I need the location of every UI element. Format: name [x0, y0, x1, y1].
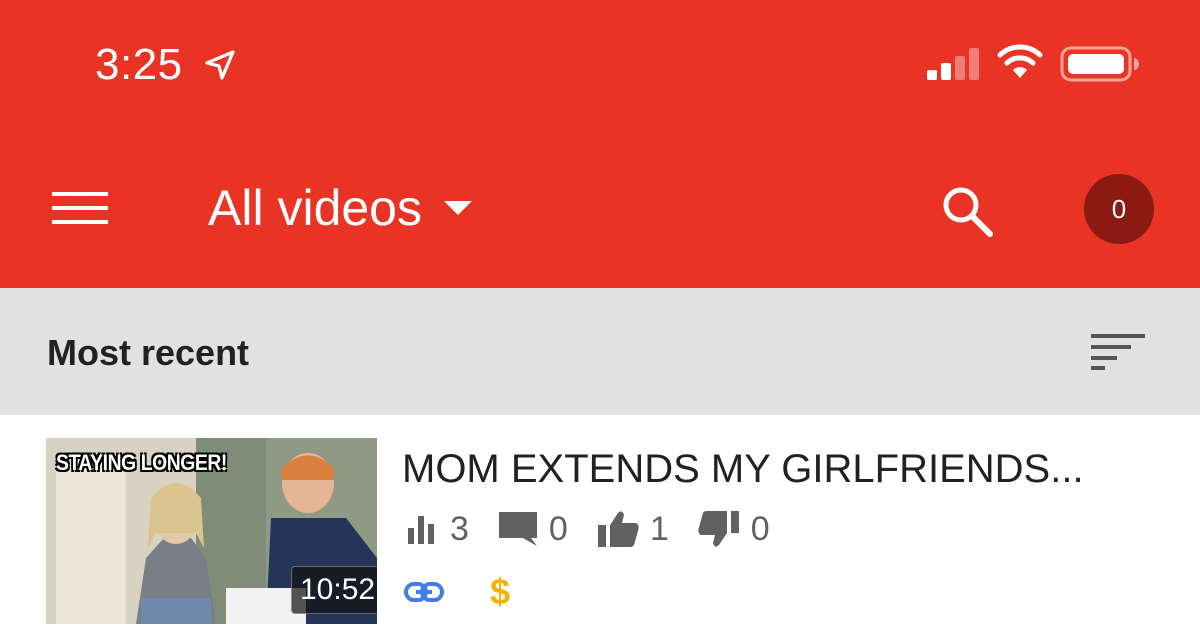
sort-label: Most recent — [47, 332, 250, 373]
dislikes-count: 0 — [750, 509, 770, 548]
monetization-icon: $ — [490, 571, 511, 612]
menu-icon[interactable] — [52, 190, 108, 226]
video-filter-dropdown[interactable]: All videos — [208, 178, 472, 238]
views-stat: 3 — [406, 510, 469, 549]
video-badges: $ — [404, 571, 510, 613]
views-count: 3 — [450, 509, 469, 548]
status-time: 3:25 — [95, 40, 183, 89]
battery-icon — [1060, 46, 1139, 82]
sort-icon[interactable] — [1091, 334, 1147, 370]
wifi-icon — [997, 44, 1043, 78]
comment-icon — [498, 512, 537, 546]
notification-count-badge[interactable]: 0 — [1084, 174, 1154, 244]
status-bar: 3:25 — [0, 0, 1200, 130]
comments-stat: 0 — [497, 510, 568, 549]
video-duration: 10:52 — [291, 566, 377, 614]
app-bar: All videos 0 — [0, 130, 1200, 288]
thumbs-up-icon — [597, 511, 639, 547]
video-list-item[interactable]: STAYING LONGER! 10:52 MOM EXTENDS MY GIR… — [0, 415, 1200, 639]
thumbnail-caption: STAYING LONGER! — [56, 450, 227, 475]
dropdown-icon — [444, 201, 472, 215]
video-stats: 3 0 1 0 — [406, 509, 798, 549]
app-bar-title: All videos — [208, 180, 422, 236]
sort-bar: Most recent — [0, 288, 1200, 415]
comments-count: 0 — [548, 509, 568, 548]
video-title[interactable]: MOM EXTENDS MY GIRLFRIENDS... — [402, 447, 1162, 492]
thumbs-down-icon — [698, 511, 739, 547]
signal-icon — [927, 48, 979, 80]
bar-chart-icon — [408, 516, 434, 544]
likes-stat: 1 — [596, 509, 669, 549]
search-icon[interactable] — [940, 184, 994, 238]
dislikes-stat: 0 — [697, 509, 770, 549]
location-arrow-icon — [205, 50, 235, 80]
link-icon — [404, 582, 444, 602]
video-thumbnail[interactable]: STAYING LONGER! 10:52 — [46, 438, 377, 624]
likes-count: 1 — [649, 509, 669, 548]
